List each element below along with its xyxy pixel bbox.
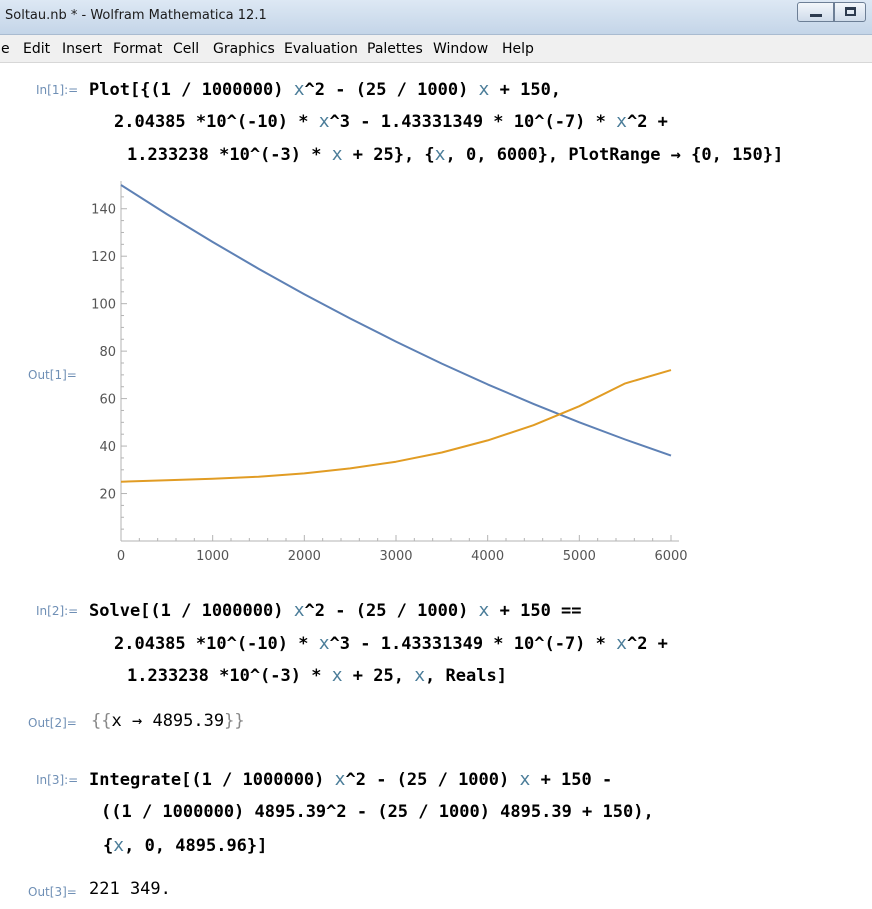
- title-bar: Soltau.nb * - Wolfram Mathematica 12.1: [0, 0, 872, 35]
- maximize-icon: [845, 7, 856, 16]
- x-tick-label: 0: [117, 549, 125, 564]
- y-tick-label: 120: [91, 250, 116, 265]
- in1-line3[interactable]: 1.233238 *10^(-3) * x + 25}, {x, 0, 6000…: [127, 144, 783, 165]
- minimize-button[interactable]: [797, 2, 834, 22]
- in2-line3[interactable]: 1.233238 *10^(-3) * x + 25, x, Reals]: [127, 665, 507, 686]
- y-tick-label: 100: [91, 298, 116, 313]
- plot-series: [120, 184, 672, 483]
- menu-evaluation[interactable]: Evaluation: [284, 41, 358, 57]
- x-tick-label: 3000: [379, 549, 412, 564]
- y-tick-label: 140: [91, 203, 116, 218]
- in1-line1[interactable]: Plot[{(1 / 1000000) x^2 - (25 / 1000) x …: [89, 79, 561, 100]
- x-tick-label: 1000: [196, 549, 229, 564]
- plot-graphic[interactable]: 0 1000 2000 3000 4000 5000 6000 20 40 60 80 100 120 1…: [80, 178, 700, 573]
- out3-result[interactable]: 221 349.: [89, 879, 171, 899]
- menu-bar: e Edit Insert Format Cell Graphics Evalu…: [0, 35, 872, 63]
- menu-window[interactable]: Window: [433, 41, 488, 57]
- in3-label: In[3]:=: [36, 773, 79, 787]
- in3-line3[interactable]: {x, 0, 4895.96}]: [103, 835, 267, 856]
- plot-axes: [120, 181, 679, 542]
- menu-insert[interactable]: Insert: [62, 41, 102, 57]
- out1-label: Out[1]=: [28, 368, 77, 382]
- minimize-icon: [810, 14, 822, 17]
- in2-label: In[2]:=: [36, 604, 79, 618]
- in1-label: In[1]:=: [36, 83, 79, 97]
- x-tick-label: 6000: [654, 549, 687, 564]
- y-tick-label: 80: [99, 345, 116, 360]
- menu-help[interactable]: Help: [502, 41, 534, 57]
- menu-format[interactable]: Format: [113, 41, 162, 57]
- menu-palettes[interactable]: Palettes: [367, 41, 423, 57]
- in3-line1[interactable]: Integrate[(1 / 1000000) x^2 - (25 / 1000…: [89, 769, 612, 790]
- x-tick-label: 4000: [471, 549, 504, 564]
- in1-line2[interactable]: 2.04385 *10^(-10) * x^3 - 1.43331349 * 1…: [114, 111, 668, 132]
- window-title: Soltau.nb * - Wolfram Mathematica 12.1: [5, 8, 267, 23]
- maximize-button[interactable]: [834, 2, 866, 22]
- y-tick-label: 40: [99, 440, 116, 455]
- menu-file[interactable]: e: [1, 41, 10, 57]
- y-tick-label: 20: [99, 488, 116, 503]
- in2-line1[interactable]: Solve[(1 / 1000000) x^2 - (25 / 1000) x …: [89, 600, 582, 621]
- menu-edit[interactable]: Edit: [23, 41, 50, 57]
- x-tick-label: 2000: [288, 549, 321, 564]
- y-tick-label: 60: [99, 393, 116, 408]
- in3-line2[interactable]: ((1 / 1000000) 4895.39^2 - (25 / 1000) 4…: [101, 802, 654, 822]
- menu-graphics[interactable]: Graphics: [213, 41, 275, 57]
- x-tick-label: 5000: [563, 549, 596, 564]
- plot-ticks: 0 1000 2000 3000 4000 5000 6000 20 40 60 80 100 120 1…: [91, 196, 688, 564]
- series-line-1: [120, 184, 672, 457]
- out2-result[interactable]: {{x → 4895.39}}: [91, 711, 245, 731]
- in2-line2[interactable]: 2.04385 *10^(-10) * x^3 - 1.43331349 * 1…: [114, 633, 668, 654]
- out2-label: Out[2]=: [28, 716, 77, 730]
- out3-label: Out[3]=: [28, 885, 77, 899]
- menu-cell[interactable]: Cell: [173, 41, 199, 57]
